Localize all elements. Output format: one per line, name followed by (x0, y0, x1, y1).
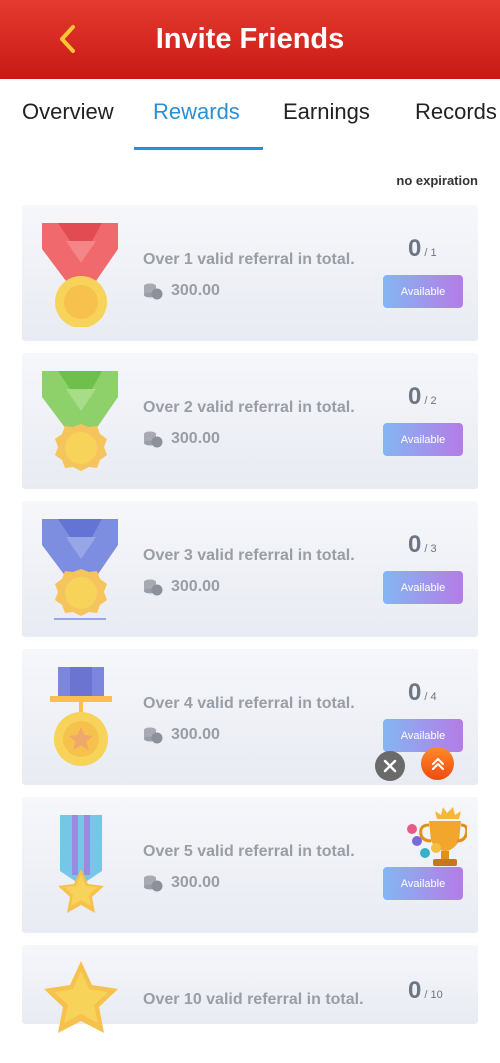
reward-description: Over 2 valid referral in total. (143, 399, 355, 416)
tab-records[interactable]: Records (415, 99, 497, 125)
reward-amount-row: 300.00 (143, 282, 220, 300)
progress-current: 0 (408, 977, 422, 1004)
reward-amount-row: 300.00 (143, 874, 220, 892)
reward-amount: 300.00 (171, 874, 220, 891)
available-button[interactable]: Available (383, 719, 463, 752)
double-chevron-up-icon (431, 757, 444, 770)
reward-description: Over 4 valid referral in total. (143, 695, 355, 712)
available-button[interactable]: Available (383, 571, 463, 604)
tab-rewards[interactable]: Rewards (153, 99, 240, 125)
bar-star-medal-icon (50, 667, 112, 766)
available-button[interactable]: Available (383, 275, 463, 308)
reward-description: Over 5 valid referral in total. (143, 843, 355, 860)
star-medal-icon (44, 961, 118, 1033)
reward-description: Over 1 valid referral in total. (143, 251, 355, 268)
header-bar: Invite Friends (0, 0, 500, 79)
reward-description: Over 10 valid referral in total. (143, 991, 364, 1008)
progress-target: / 10 (424, 989, 443, 1001)
reward-amount-row: 300.00 (143, 430, 220, 448)
active-tab-indicator (134, 147, 263, 150)
star-ribbon-medal-icon (58, 815, 104, 913)
reward-amount: 300.00 (171, 282, 220, 299)
progress-current: 0 (408, 383, 422, 410)
blue-ribbon-gold-medal-icon (42, 519, 118, 620)
reward-progress: 0 / 1 (408, 235, 437, 263)
progress-target: / 3 (424, 543, 437, 555)
progress-target: / 2 (424, 395, 437, 407)
page-title: Invite Friends (155, 23, 345, 55)
trophy-icon[interactable] (403, 803, 467, 869)
scroll-top-button[interactable] (421, 747, 454, 780)
reward-amount: 300.00 (171, 578, 220, 595)
green-ribbon-gold-medal-icon (42, 371, 118, 471)
coins-icon (144, 727, 163, 744)
reward-amount: 300.00 (171, 430, 220, 447)
close-icon (383, 759, 397, 773)
reward-amount: 300.00 (171, 726, 220, 743)
reward-progress: 0 / 2 (408, 383, 437, 411)
reward-progress: 0 / 3 (408, 531, 437, 559)
reward-amount-row: 300.00 (143, 578, 220, 596)
tab-overview[interactable]: Overview (22, 99, 114, 125)
progress-current: 0 (408, 531, 422, 558)
reward-card: Over 4 valid referral in total. 300.00 0… (22, 649, 478, 785)
tab-earnings[interactable]: Earnings (283, 99, 370, 125)
coins-icon (144, 579, 163, 596)
reward-amount-row: 300.00 (143, 726, 220, 744)
tab-bar: Overview Rewards Earnings Records (0, 79, 500, 153)
progress-target: / 4 (424, 691, 437, 703)
progress-target: / 1 (424, 247, 437, 259)
progress-current: 0 (408, 235, 422, 262)
reward-progress: 0 / 4 (408, 679, 437, 707)
available-button[interactable]: Available (383, 423, 463, 456)
coins-icon (144, 283, 163, 300)
available-button[interactable]: Available (383, 867, 463, 900)
reward-progress: 0 / 10 (408, 977, 443, 1005)
reward-card: Over 2 valid referral in total. 300.00 0… (22, 353, 478, 489)
red-ribbon-gold-medal-icon (42, 223, 118, 327)
reward-description: Over 3 valid referral in total. (143, 547, 355, 564)
expiration-note: no expiration (396, 173, 478, 188)
close-float-button[interactable] (375, 751, 405, 781)
coins-icon (144, 431, 163, 448)
reward-card: Over 1 valid referral in total. 300.00 0… (22, 205, 478, 341)
coins-icon (144, 875, 163, 892)
reward-card: Over 10 valid referral in total. 0 / 10 (22, 945, 478, 1033)
progress-current: 0 (408, 679, 422, 706)
reward-card: Over 3 valid referral in total. 300.00 0… (22, 501, 478, 637)
